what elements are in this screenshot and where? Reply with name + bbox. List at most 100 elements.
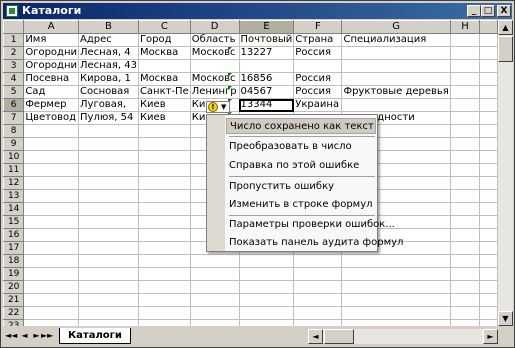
cell-g2[interactable] xyxy=(341,46,451,60)
scroll-up-button[interactable]: ▲ xyxy=(498,20,513,35)
menu-item-ignore-error[interactable]: Пропустить ошибку xyxy=(229,179,334,195)
cell-h6[interactable] xyxy=(450,98,481,112)
cell-a16[interactable] xyxy=(23,228,79,242)
cell-a15[interactable] xyxy=(23,215,79,229)
cell-h9[interactable] xyxy=(450,137,481,151)
cell-b9[interactable] xyxy=(78,137,139,151)
cell-f4[interactable]: Россия xyxy=(293,72,343,86)
cell-c10[interactable] xyxy=(138,150,191,164)
cell-c15[interactable] xyxy=(138,215,191,229)
cell-c8[interactable] xyxy=(138,124,191,138)
cell-e20[interactable] xyxy=(239,280,295,294)
cell-g20[interactable] xyxy=(341,280,451,294)
cell-b5[interactable]: Сосновая xyxy=(78,85,139,99)
row-header[interactable]: 11 xyxy=(3,163,25,177)
cell-a10[interactable] xyxy=(23,150,79,164)
row-header[interactable]: 10 xyxy=(3,150,25,164)
cell-a8[interactable] xyxy=(23,124,79,138)
row-header[interactable]: 7 xyxy=(3,111,25,125)
cell-h4[interactable] xyxy=(450,72,481,86)
row-header[interactable]: 19 xyxy=(3,267,25,281)
cell-g22[interactable] xyxy=(341,306,451,320)
cell-c1[interactable]: Город xyxy=(138,33,191,47)
cell-a6[interactable]: Фермер xyxy=(23,98,79,112)
row-header[interactable]: 17 xyxy=(3,241,25,255)
cell-b16[interactable] xyxy=(78,228,139,242)
cell-f19[interactable] xyxy=(293,267,343,281)
column-header-g[interactable]: G xyxy=(341,20,451,34)
cell-f1[interactable]: Страна xyxy=(293,33,343,47)
column-header-e[interactable]: E xyxy=(238,20,295,34)
cell-f5[interactable]: Россия xyxy=(293,85,343,99)
cell-c3[interactable] xyxy=(138,59,191,73)
cell-c13[interactable] xyxy=(138,189,191,203)
cell-a4[interactable]: Посевна xyxy=(23,72,79,86)
menu-item-edit-in-formula-bar[interactable]: Изменить в строке формул xyxy=(229,197,373,213)
cell-d3[interactable] xyxy=(190,59,240,73)
row-header[interactable]: 1 xyxy=(3,33,25,47)
cell-d22[interactable] xyxy=(190,306,240,320)
cell-g23[interactable] xyxy=(341,319,451,326)
cell-c5[interactable]: Санкт-Пе xyxy=(138,85,191,99)
row-header[interactable]: 4 xyxy=(3,72,25,86)
cell-c2[interactable]: Москва xyxy=(138,46,191,60)
sheet-tab-katalogi[interactable]: Каталоги xyxy=(59,328,131,344)
cell-d23[interactable] xyxy=(190,319,240,326)
cell-c18[interactable] xyxy=(138,254,191,268)
cell-a7[interactable]: Цветовод xyxy=(23,111,79,125)
column-header-c[interactable]: C xyxy=(137,20,191,34)
cell-e18[interactable] xyxy=(239,254,295,268)
cell-b18[interactable] xyxy=(78,254,139,268)
cell-e5[interactable]: 04567 xyxy=(239,85,295,99)
column-header-a[interactable]: A xyxy=(23,20,79,34)
cell-a18[interactable] xyxy=(23,254,79,268)
cell-e4[interactable]: 16856 xyxy=(239,72,295,86)
cell-h21[interactable] xyxy=(450,293,481,307)
cell-g5[interactable]: Фруктовые деревья xyxy=(341,85,451,99)
cell-h2[interactable] xyxy=(450,46,481,60)
cell-b4[interactable]: Кирова, 1 xyxy=(78,72,139,86)
first-sheet-button[interactable]: ◄◄ xyxy=(5,330,17,342)
row-header[interactable]: 18 xyxy=(3,254,25,268)
scroll-down-button[interactable]: ▼ xyxy=(498,311,513,326)
cell-g6[interactable] xyxy=(341,98,451,112)
menu-item-number-stored-as-text[interactable]: Число сохранено как текст xyxy=(226,118,376,134)
row-header[interactable]: 13 xyxy=(3,189,25,203)
cell-b6[interactable]: Луговая, xyxy=(78,98,139,112)
row-header[interactable]: 8 xyxy=(3,124,25,138)
cell-f2[interactable]: Россия xyxy=(293,46,343,60)
cell-e6[interactable]: 13344 xyxy=(239,98,295,112)
cell-b21[interactable] xyxy=(78,293,139,307)
cell-h15[interactable] xyxy=(450,215,481,229)
column-header-h[interactable]: H xyxy=(449,20,481,34)
cell-a3[interactable]: Огородни xyxy=(23,59,79,73)
cell-h10[interactable] xyxy=(450,150,481,164)
cell-b8[interactable] xyxy=(78,124,139,138)
cell-c9[interactable] xyxy=(138,137,191,151)
cell-d20[interactable] xyxy=(190,280,240,294)
cell-h16[interactable] xyxy=(450,228,481,242)
scroll-right-button[interactable]: ► xyxy=(483,329,498,344)
cell-c6[interactable]: Киев xyxy=(138,98,191,112)
error-smart-tag[interactable]: ! ▼ xyxy=(206,101,230,113)
cell-h13[interactable] xyxy=(450,189,481,203)
row-header[interactable]: 5 xyxy=(3,85,25,99)
cell-e3[interactable] xyxy=(239,59,295,73)
cell-h12[interactable] xyxy=(450,176,481,190)
cell-b1[interactable]: Адрес xyxy=(78,33,139,47)
cell-b7[interactable]: Пулюя, 54 xyxy=(78,111,139,125)
cell-f6[interactable]: Украина xyxy=(293,98,343,112)
cell-a12[interactable] xyxy=(23,176,79,190)
cell-a9[interactable] xyxy=(23,137,79,151)
cell-e23[interactable] xyxy=(239,319,295,326)
cell-b22[interactable] xyxy=(78,306,139,320)
cell-a21[interactable] xyxy=(23,293,79,307)
cell-g21[interactable] xyxy=(341,293,451,307)
cell-c19[interactable] xyxy=(138,267,191,281)
cell-h8[interactable] xyxy=(450,124,481,138)
cell-b10[interactable] xyxy=(78,150,139,164)
cell-c7[interactable]: Киев xyxy=(138,111,191,125)
cell-e21[interactable] xyxy=(239,293,295,307)
cell-a2[interactable]: Огородни xyxy=(23,46,79,60)
row-header[interactable]: 3 xyxy=(3,59,25,73)
